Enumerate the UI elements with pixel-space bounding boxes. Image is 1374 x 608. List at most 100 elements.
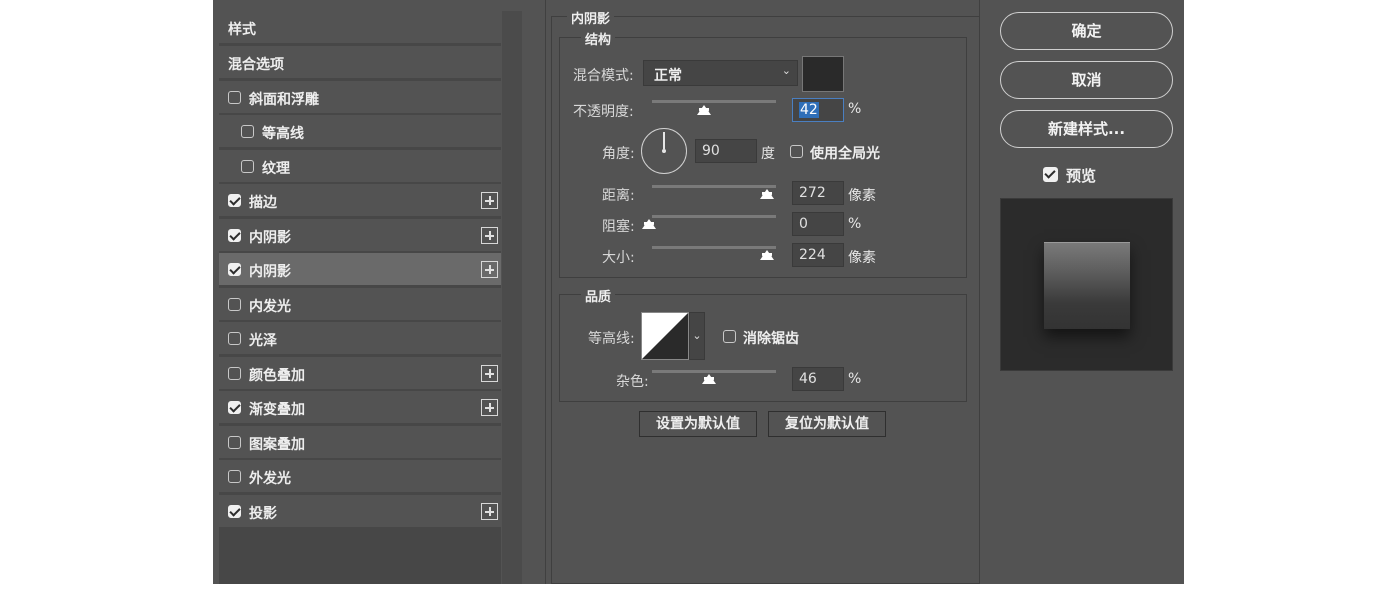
- style-list-item[interactable]: 图案叠加: [219, 426, 501, 459]
- style-list-item-label: 颜色叠加: [249, 368, 305, 384]
- style-list: 样式 混合选项 斜面和浮雕 等高线 纹理 描边 内阴影 内阴影 内发光 光泽 颜色叠加 渐变叠加 图案叠…: [219, 11, 501, 584]
- global-light-checkbox[interactable]: [790, 145, 803, 158]
- structure-legend: 结构: [581, 29, 616, 48]
- opacity-input[interactable]: 42: [792, 98, 844, 122]
- choke-slider-track[interactable]: [652, 215, 776, 218]
- add-effect-icon[interactable]: [481, 192, 498, 209]
- style-list-item-label: 纹理: [262, 161, 290, 177]
- blend-mode-label: 混合模式:: [573, 68, 634, 84]
- angle-unit: 度: [761, 146, 775, 162]
- distance-unit: 像素: [848, 188, 876, 204]
- contour-preview[interactable]: [641, 312, 689, 360]
- style-list-item-label: 图案叠加: [249, 437, 305, 453]
- global-light-label: 使用全局光: [810, 146, 880, 162]
- style-list-item[interactable]: 斜面和浮雕: [219, 81, 501, 114]
- style-list-scrollbar[interactable]: [502, 11, 522, 584]
- style-list-item[interactable]: 混合选项: [219, 46, 501, 79]
- style-list-item[interactable]: 内发光: [219, 288, 501, 321]
- choke-unit: %: [848, 216, 862, 232]
- style-checkbox[interactable]: [228, 401, 241, 414]
- style-checkbox[interactable]: [228, 332, 241, 345]
- reset-default-button[interactable]: 复位为默认值: [768, 411, 886, 437]
- style-list-item[interactable]: 渐变叠加: [219, 391, 501, 424]
- distance-slider-thumb[interactable]: [760, 189, 774, 199]
- anti-alias-label: 消除锯齿: [743, 331, 799, 347]
- size-input[interactable]: 224: [792, 243, 844, 267]
- style-checkbox[interactable]: [228, 91, 241, 104]
- size-slider-track[interactable]: [652, 246, 776, 249]
- angle-dial-needle: [663, 132, 665, 149]
- add-effect-icon[interactable]: [481, 503, 498, 520]
- contour-label: 等高线:: [588, 331, 635, 347]
- choke-label: 阻塞:: [602, 219, 635, 235]
- style-list-item[interactable]: 颜色叠加: [219, 357, 501, 390]
- noise-slider-track[interactable]: [652, 370, 776, 373]
- new-style-button[interactable]: 新建样式...: [1000, 110, 1173, 148]
- style-checkbox[interactable]: [228, 229, 241, 242]
- anti-alias-checkbox[interactable]: [723, 330, 736, 343]
- add-effect-icon[interactable]: [481, 227, 498, 244]
- style-list-item-label: 内发光: [249, 299, 291, 315]
- contour-curve-icon: [642, 313, 688, 359]
- size-slider-thumb[interactable]: [760, 250, 774, 260]
- noise-label: 杂色:: [616, 374, 649, 390]
- ok-button[interactable]: 确定: [1000, 12, 1173, 50]
- angle-dial[interactable]: [641, 128, 687, 174]
- style-checkbox[interactable]: [241, 125, 254, 138]
- opacity-slider-track[interactable]: [652, 100, 776, 103]
- style-list-item-label: 光泽: [249, 333, 277, 349]
- choke-input[interactable]: 0: [792, 212, 844, 236]
- noise-slider-thumb[interactable]: [702, 374, 717, 384]
- preview-checkbox[interactable]: [1043, 167, 1058, 182]
- add-effect-icon[interactable]: [481, 365, 498, 382]
- set-default-button[interactable]: 设置为默认值: [639, 411, 757, 437]
- style-checkbox[interactable]: [228, 298, 241, 311]
- panel-title: 内阴影: [567, 8, 615, 27]
- opacity-value: 42: [799, 102, 819, 118]
- style-checkbox[interactable]: [228, 470, 241, 483]
- style-list-item[interactable]: 内阴影: [219, 219, 501, 252]
- style-checkbox[interactable]: [228, 263, 241, 276]
- style-preview: [1000, 198, 1173, 371]
- style-list-item-label: 描边: [249, 195, 277, 211]
- style-list-item[interactable]: 外发光: [219, 460, 501, 493]
- opacity-unit: %: [848, 101, 862, 117]
- add-effect-icon[interactable]: [481, 261, 498, 278]
- opacity-label: 不透明度:: [573, 104, 634, 120]
- style-checkbox[interactable]: [228, 194, 241, 207]
- size-unit: 像素: [848, 250, 876, 266]
- choke-slider-thumb[interactable]: [642, 219, 656, 229]
- shadow-color-swatch[interactable]: [802, 56, 844, 92]
- style-checkbox[interactable]: [241, 160, 254, 173]
- distance-slider-track[interactable]: [652, 185, 776, 188]
- style-list-item-label: 外发光: [249, 471, 291, 487]
- blend-mode-value: 正常: [654, 68, 682, 84]
- style-list-item[interactable]: 纹理: [219, 150, 501, 183]
- style-list-item[interactable]: 光泽: [219, 322, 501, 355]
- blend-mode-select[interactable]: 正常 ⌄: [643, 60, 798, 86]
- style-list-item-label: 内阴影: [249, 230, 291, 246]
- angle-input[interactable]: 90: [695, 139, 757, 163]
- chevron-down-icon: ⌄: [781, 64, 791, 77]
- preview-swatch: [1044, 242, 1130, 329]
- style-list-item[interactable]: 内阴影: [219, 253, 501, 286]
- style-checkbox[interactable]: [228, 367, 241, 380]
- style-list-item[interactable]: 等高线: [219, 115, 501, 148]
- distance-label: 距离:: [602, 188, 635, 204]
- style-checkbox[interactable]: [228, 436, 241, 449]
- cancel-button[interactable]: 取消: [1000, 61, 1173, 99]
- style-list-item[interactable]: 投影: [219, 495, 501, 528]
- distance-input[interactable]: 272: [792, 181, 844, 205]
- style-checkbox[interactable]: [228, 505, 241, 518]
- style-list-item-label: 等高线: [262, 126, 304, 142]
- style-list-item-label: 内阴影: [249, 264, 291, 280]
- opacity-slider-thumb[interactable]: [697, 105, 712, 115]
- contour-dropdown-chevron-icon[interactable]: ⌄: [689, 312, 705, 360]
- style-list-item[interactable]: 描边: [219, 184, 501, 217]
- angle-label: 角度:: [602, 146, 635, 162]
- add-effect-icon[interactable]: [481, 399, 498, 416]
- noise-input[interactable]: 46: [792, 367, 844, 391]
- noise-unit: %: [848, 371, 862, 387]
- style-list-item[interactable]: 样式: [219, 11, 501, 44]
- size-label: 大小:: [602, 250, 635, 266]
